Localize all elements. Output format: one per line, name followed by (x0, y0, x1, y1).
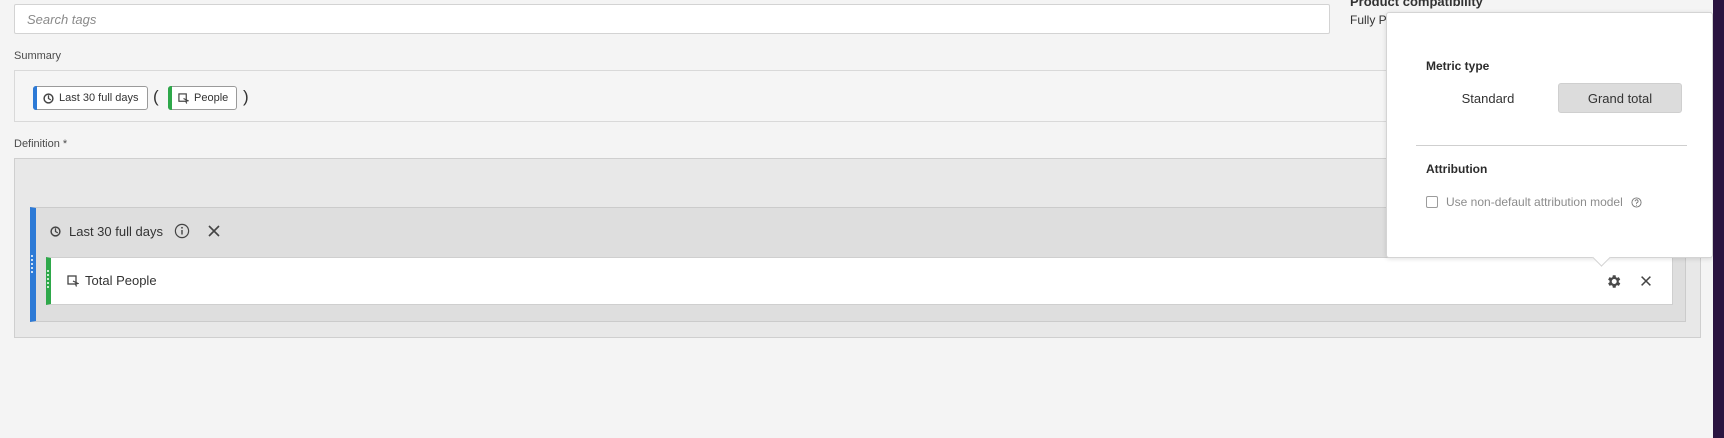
close-paren: ) (243, 87, 249, 106)
date-range-icon (50, 225, 61, 237)
open-paren: ( (153, 87, 159, 106)
metric-settings-popover: Metric type Standard Grand total Attribu… (1386, 12, 1713, 267)
metric-type-standard-button[interactable]: Standard (1426, 83, 1550, 113)
summary-chip-people-label: People (194, 92, 229, 104)
definition-label: Definition * (14, 138, 67, 150)
info-icon[interactable] (174, 223, 190, 239)
close-icon[interactable] (206, 223, 222, 239)
gear-icon (1607, 274, 1620, 288)
window-edge (1713, 0, 1724, 438)
product-compatibility-title: Product compatibility (1350, 0, 1483, 9)
container-drag-handle[interactable] (31, 255, 33, 273)
search-tags-field[interactable] (14, 4, 1330, 34)
metric-row-total-people[interactable]: Total People (46, 257, 1673, 305)
summary-chip-people[interactable]: People (168, 86, 238, 110)
metric-type-heading: Metric type (1426, 59, 1490, 73)
help-icon[interactable] (1631, 196, 1642, 208)
close-icon (1641, 276, 1651, 286)
metric-icon (67, 274, 79, 287)
attribution-heading: Attribution (1426, 162, 1488, 176)
metric-icon (178, 92, 189, 104)
non-default-attribution-label: Use non-default attribution model (1446, 195, 1623, 209)
non-default-attribution-option[interactable]: Use non-default attribution model (1426, 195, 1642, 209)
product-compatibility-value: Fully P (1350, 13, 1386, 27)
metric-settings-button[interactable] (1604, 272, 1622, 290)
summary-chip-date-range[interactable]: Last 30 full days (33, 86, 148, 110)
metric-drag-handle[interactable] (47, 270, 49, 288)
search-tags-input[interactable] (15, 5, 1329, 33)
metric-label: Total People (85, 273, 157, 288)
container-header: Last 30 full days (50, 223, 222, 239)
non-default-attribution-checkbox[interactable] (1426, 196, 1438, 208)
metric-type-grand-total-button[interactable]: Grand total (1558, 83, 1682, 113)
summary-chip-date-label: Last 30 full days (59, 92, 139, 104)
metric-name: Total People (67, 273, 157, 288)
popover-divider (1416, 145, 1687, 146)
required-mark: * (62, 138, 68, 150)
summary-label: Summary (14, 50, 62, 62)
date-range-icon (43, 92, 54, 104)
metric-remove-button[interactable] (1637, 272, 1655, 290)
definition-label-text: Definition (14, 138, 60, 150)
container-label: Last 30 full days (69, 223, 163, 239)
